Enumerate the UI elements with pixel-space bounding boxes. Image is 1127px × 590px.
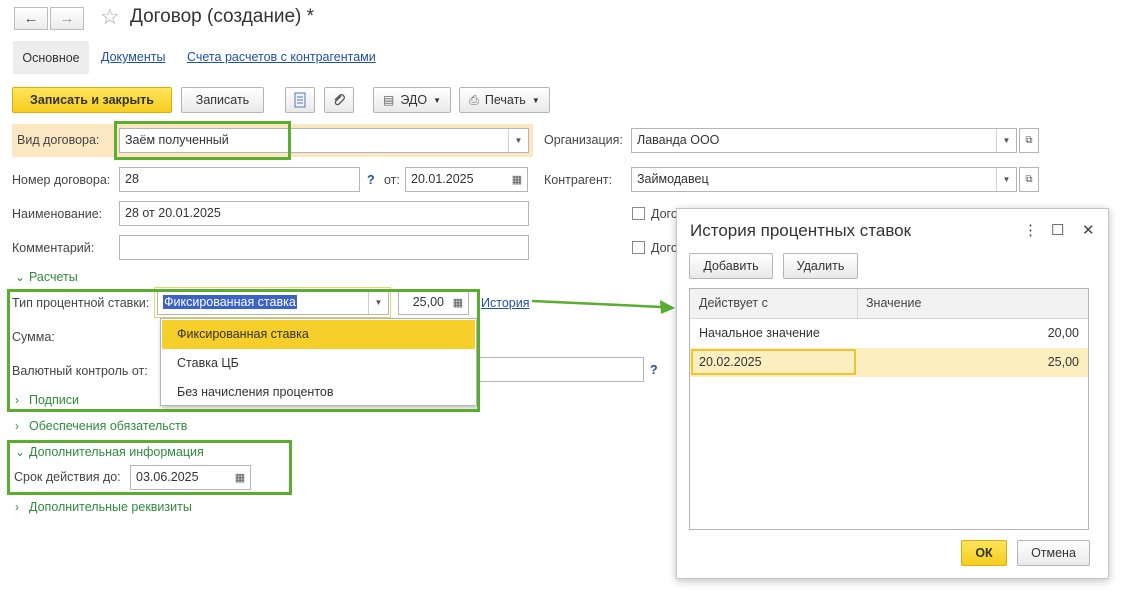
table-row[interactable]: Начальное значение 20,00 [690,319,1088,348]
chevron-down-icon[interactable]: ▼ [996,129,1016,152]
arrow-right-icon: → [59,10,75,27]
open-icon: ⧉ [1025,174,1033,185]
list-icon [294,92,306,108]
checkbox-2[interactable] [632,241,645,254]
dialog-title: История процентных ставок [690,221,912,240]
table-row-selected[interactable]: 20.02.2025 25,00 [690,348,1088,377]
table-header: Действует с Значение [690,289,1088,319]
date-value: 20.01.2025 [411,172,474,186]
chevron-down-icon: ⌄ [15,270,26,284]
contract-type-label: Вид договора: [17,133,100,147]
more-icon[interactable]: ⋮ [1023,221,1038,239]
name-label: Наименование: [12,207,103,221]
column-header-from[interactable]: Действует с [699,296,768,310]
section-additional-props[interactable]: › Дополнительные реквизиты [15,500,192,514]
favorite-star-icon[interactable]: ☆ [100,4,120,30]
number-field[interactable]: 28 [119,167,360,192]
delete-button[interactable]: Удалить [783,253,858,279]
tab-main[interactable]: Основное [13,41,89,74]
section-collateral-label: Обеспечения обязательств [29,419,188,433]
section-signatures-label: Подписи [29,393,79,407]
organization-field[interactable]: Лаванда ООО ▼ [631,128,1017,153]
calendar-icon[interactable]: ▦ [507,168,527,191]
help-icon[interactable]: ? [650,363,658,377]
chevron-right-icon: › [15,393,19,407]
date-field[interactable]: 20.01.2025 ▦ [405,167,528,192]
column-divider [857,289,858,319]
add-button[interactable]: Добавить [689,253,773,279]
rate-history-table: Действует с Значение Начальное значение … [689,288,1089,530]
open-organization-button[interactable]: ⧉ [1019,128,1039,153]
chevron-right-icon: › [15,419,19,433]
organization-label: Организация: [544,133,623,147]
highlight-frame-contract-type [114,121,291,160]
edo-menu-button[interactable]: ▤ ЭДО ▼ [373,87,451,113]
chevron-down-icon[interactable]: ▼ [508,129,528,152]
counterparty-field[interactable]: Займодавец ▼ [631,167,1017,192]
ok-button[interactable]: ОК [961,540,1007,566]
close-icon[interactable]: ✕ [1082,221,1095,239]
print-menu-button[interactable]: ⎙ Печать ▼ [459,87,550,113]
tab-documents[interactable]: Документы [101,50,165,64]
currency-control-field[interactable] [470,357,644,382]
row-from: 20.02.2025 [699,355,762,369]
cancel-button[interactable]: Отмена [1017,540,1090,566]
chevron-down-icon: ▼ [531,95,540,105]
edo-icon: ▤ [382,93,395,107]
comment-label: Комментарий: [12,241,95,255]
chevron-down-icon[interactable]: ▼ [996,168,1016,191]
checkbox-1[interactable] [632,207,645,220]
section-collateral[interactable]: › Обеспечения обязательств [15,419,187,433]
section-additional-props-label: Дополнительные реквизиты [29,500,192,514]
chevron-right-icon: › [15,500,19,514]
open-counterparty-button[interactable]: ⧉ [1019,167,1039,192]
organization-value: Лаванда ООО [637,133,720,147]
tab-accounts[interactable]: Счета расчетов с контрагентами [187,50,376,64]
name-value: 28 от 20.01.2025 [125,206,221,220]
highlight-frame-additional [7,440,292,495]
printer-icon: ⎙ [469,92,479,107]
edo-label: ЭДО [400,93,428,107]
name-field[interactable]: 28 от 20.01.2025 [119,201,529,226]
section-signatures[interactable]: › Подписи [15,393,79,407]
chevron-down-icon: ▼ [433,95,442,105]
row-value: 25,00 [1047,355,1079,369]
row-value: 20,00 [1047,326,1079,340]
attach-button[interactable] [324,87,354,113]
save-and-close-button[interactable]: Записать и закрыть [12,87,172,113]
page-title: Договор (создание) * [130,6,315,27]
counterparty-label: Контрагент: [544,173,613,187]
row-from: Начальное значение [699,326,820,340]
number-value: 28 [125,172,139,186]
pointer-arrow-icon [531,299,675,314]
back-button[interactable]: ← [14,7,48,30]
arrow-left-icon: ← [23,10,39,27]
maximize-icon[interactable]: ☐ [1051,221,1064,239]
list-button[interactable] [285,87,315,113]
comment-field[interactable] [119,235,529,260]
column-header-value[interactable]: Значение [866,296,921,310]
number-label: Номер договора: [12,173,111,187]
section-calculations[interactable]: ⌄ Расчеты [15,270,78,284]
print-label: Печать [484,93,526,107]
open-icon: ⧉ [1025,135,1033,146]
date-label: от: [384,173,400,187]
checkbox-2-label: Дого [651,241,678,255]
forward-button[interactable]: → [50,7,84,30]
section-calculations-label: Расчеты [29,270,78,284]
paperclip-icon [334,94,345,106]
history-link[interactable]: История [481,296,529,310]
save-button[interactable]: Записать [181,87,264,113]
help-icon[interactable]: ? [367,173,375,187]
checkbox-1-label: Дого [651,207,678,221]
counterparty-value: Займодавец [637,172,709,186]
rate-history-dialog: История процентных ставок ⋮ ☐ ✕ Добавить… [676,208,1109,579]
